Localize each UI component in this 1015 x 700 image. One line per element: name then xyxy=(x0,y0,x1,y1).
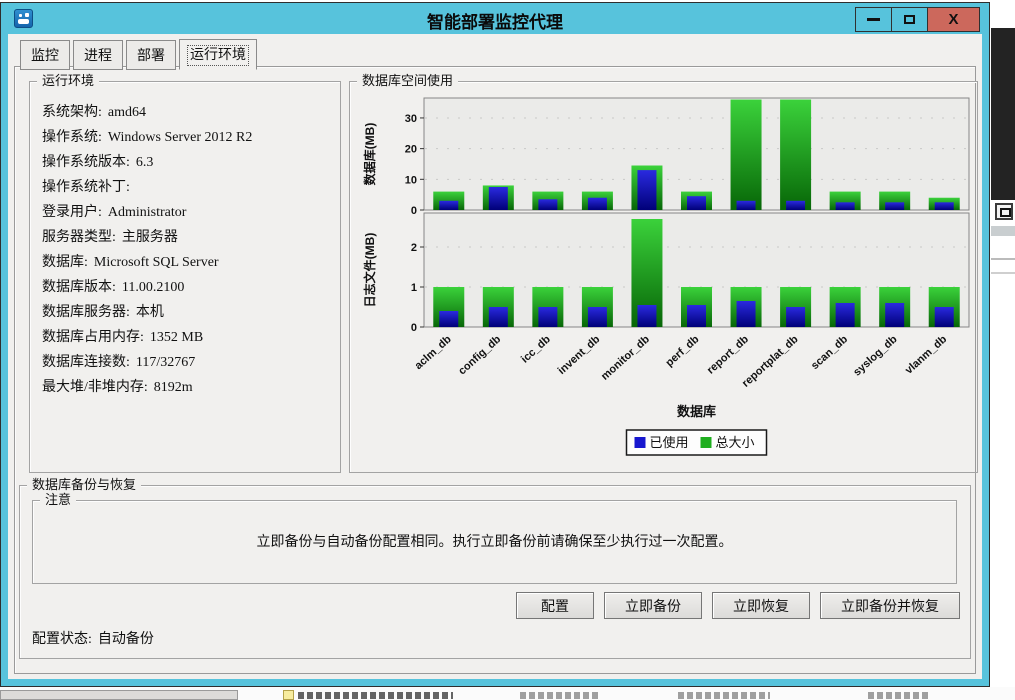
env-row-db-connections: 数据库连接数: 117/32767 xyxy=(42,355,196,370)
tab-bar: 监控 进程 部署 运行环境 xyxy=(20,39,260,70)
clipped-text-fragment xyxy=(298,692,453,699)
clipped-text-fragment xyxy=(868,692,930,699)
backup-now-button[interactable]: 立即备份 xyxy=(604,592,702,619)
backup-button-row: 配置 立即备份 立即恢复 立即备份并恢复 xyxy=(516,592,960,619)
env-row-db-version: 数据库版本: 11.00.2100 xyxy=(42,280,185,295)
tab-runtime-env[interactable]: 运行环境 xyxy=(179,39,257,70)
background-divider xyxy=(991,272,1015,274)
env-row-login-user: 登录用户: Administrator xyxy=(42,205,187,220)
note-text: 立即备份与自动备份配置相同。执行立即备份前请确保至少执行过一次配置。 xyxy=(256,535,733,550)
maximize-button[interactable] xyxy=(891,7,928,32)
desktop: 智能部署监控代理 X 监控 进程 部署 运行环境 运行环境 系统架构: amd64 xyxy=(0,0,1015,700)
file-icon xyxy=(283,690,294,700)
svg-text:invent_db: invent_db xyxy=(556,333,603,377)
note-groupbox: 注意 立即备份与自动备份配置相同。执行立即备份前请确保至少执行过一次配置。 xyxy=(32,492,957,584)
env-row-server-type: 服务器类型: 主服务器 xyxy=(42,230,178,245)
env-row-db-server: 数据库服务器: 本机 xyxy=(42,305,164,320)
svg-text:0: 0 xyxy=(411,205,417,217)
config-status-value: 自动备份 xyxy=(97,632,154,647)
titlebar: 智能部署监控代理 X xyxy=(2,4,988,34)
backup-and-restore-button[interactable]: 立即备份并恢复 xyxy=(820,592,960,619)
svg-text:日志文件(MB): 日志文件(MB) xyxy=(362,233,377,308)
svg-text:scan_db: scan_db xyxy=(809,333,850,372)
app-window: 智能部署监控代理 X 监控 进程 部署 运行环境 运行环境 系统架构: amd64 xyxy=(0,2,990,687)
tab-process[interactable]: 进程 xyxy=(73,40,123,70)
svg-text:0: 0 xyxy=(411,322,417,334)
env-groupbox: 运行环境 系统架构: amd64 操作系统: Windows Server 2012… xyxy=(29,73,341,473)
runtime-env-panel: 运行环境 系统架构: amd64 操作系统: Windows Server 2012… xyxy=(14,66,978,674)
svg-text:2: 2 xyxy=(411,242,417,254)
backup-group-title: 数据库备份与恢复 xyxy=(27,477,142,493)
svg-text:数据库(MB): 数据库(MB) xyxy=(362,123,377,186)
close-button[interactable]: X xyxy=(927,7,980,32)
svg-text:30: 30 xyxy=(405,113,417,125)
svg-text:icc_db: icc_db xyxy=(519,333,553,365)
env-row-arch: 系统架构: amd64 xyxy=(42,105,146,120)
restore-now-button[interactable]: 立即恢复 xyxy=(712,592,810,619)
svg-text:report_db: report_db xyxy=(705,333,751,376)
db-space-groupbox: 数据库空间使用 0 10 20 30 数据库(MB) 0 1 2 日志文件(MB) aclm_db… xyxy=(349,73,978,473)
db-space-chart: 0 10 20 30 数据库(MB) 0 1 2 日志文件(MB) aclm_db config_d… xyxy=(362,97,970,456)
svg-text:config_db: config_db xyxy=(456,333,503,377)
env-row-heap-memory: 最大堆/非堆内存: 8192m xyxy=(42,380,193,395)
svg-text:总大小: 总大小 xyxy=(716,435,755,450)
svg-text:syslog_db: syslog_db xyxy=(851,333,900,379)
svg-text:数据库: 数据库 xyxy=(677,404,716,419)
svg-text:20: 20 xyxy=(405,144,417,156)
svg-text:vlanm_db: vlanm_db xyxy=(903,333,949,376)
svg-text:perf_db: perf_db xyxy=(663,333,701,369)
config-status-label: 配置状态: xyxy=(32,632,92,647)
window-content: 监控 进程 部署 运行环境 运行环境 系统架构: amd64 操作系统: Windo… xyxy=(8,34,982,679)
svg-text:10: 10 xyxy=(405,174,417,186)
background-titlebar-sliver xyxy=(991,226,1015,236)
svg-text:monitor_db: monitor_db xyxy=(599,333,652,383)
env-row-database: 数据库: Microsoft SQL Server xyxy=(42,255,219,270)
tab-deploy[interactable]: 部署 xyxy=(126,40,176,70)
window-controls: X xyxy=(855,7,980,32)
clipped-text-fragment xyxy=(520,692,598,699)
background-maximize-icon xyxy=(995,203,1013,220)
env-field-list: 系统架构: amd64 操作系统: Windows Server 2012 R2 操… xyxy=(42,100,334,400)
background-window-strip xyxy=(991,0,1015,700)
db-space-group-title: 数据库空间使用 xyxy=(357,73,459,89)
minimize-icon xyxy=(867,18,880,21)
background-taskbar-button xyxy=(0,690,238,700)
env-row-os-patch: 操作系统补丁: xyxy=(42,180,130,195)
svg-text:1: 1 xyxy=(411,282,417,294)
configure-button[interactable]: 配置 xyxy=(516,592,594,619)
note-group-title: 注意 xyxy=(40,492,77,508)
env-group-title: 运行环境 xyxy=(37,73,100,89)
tab-monitor[interactable]: 监控 xyxy=(20,40,70,70)
env-row-os-version: 操作系统版本: 6.3 xyxy=(42,155,154,170)
backup-groupbox: 数据库备份与恢复 注意 立即备份与自动备份配置相同。执行立即备份前请确保至少执行… xyxy=(19,477,971,659)
svg-text:aclm_db: aclm_db xyxy=(413,333,454,372)
minimize-button[interactable] xyxy=(855,7,892,32)
maximize-icon xyxy=(904,15,915,24)
env-row-db-memory: 数据库占用内存: 1352 MB xyxy=(42,330,204,345)
env-row-os: 操作系统: Windows Server 2012 R2 xyxy=(42,130,253,145)
svg-text:已使用: 已使用 xyxy=(650,435,689,450)
clipped-text-fragment xyxy=(678,692,770,699)
background-divider xyxy=(991,258,1015,260)
window-title: 智能部署监控代理 xyxy=(427,13,563,32)
config-status: 配置状态: 自动备份 xyxy=(32,628,154,648)
background-file-row xyxy=(0,687,1015,700)
background-dark-area xyxy=(991,28,1015,200)
